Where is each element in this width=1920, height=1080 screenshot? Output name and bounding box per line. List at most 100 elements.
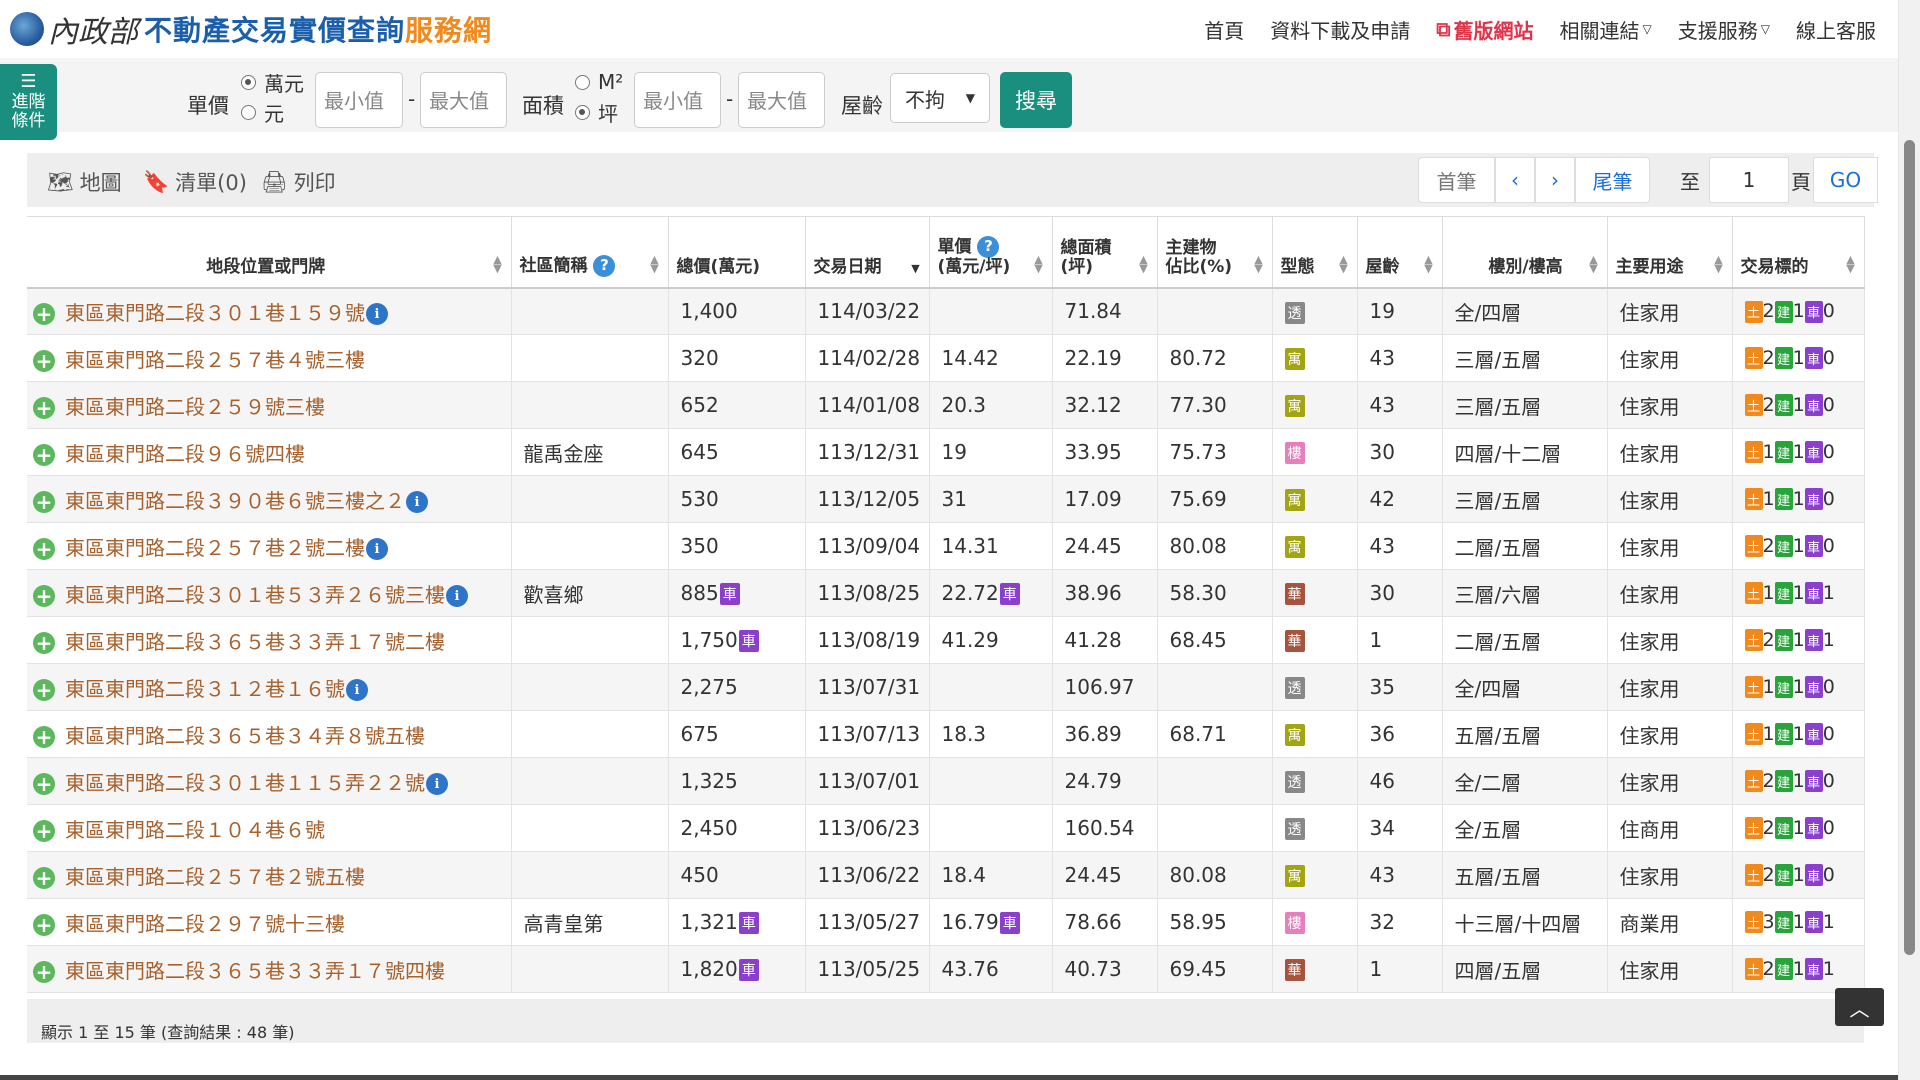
expand-plus-icon[interactable]: +: [33, 820, 55, 842]
table-row[interactable]: + 東區東門路二段３９０巷６號三樓之２ i 530 113/12/05 31 17.09 75…: [27, 475, 1865, 523]
col-unit-price[interactable]: 單價 ? (萬元/坪) ▲ ▼: [929, 216, 1053, 289]
expand-plus-icon[interactable]: +: [33, 303, 55, 326]
cell-community: [511, 616, 669, 664]
area-min-input[interactable]: 最小值: [634, 72, 721, 128]
nav-support[interactable]: 支援服務 ▽: [1678, 15, 1770, 44]
info-icon[interactable]: i: [446, 585, 468, 607]
radio-button[interactable]: [241, 74, 256, 90]
expand-plus-icon[interactable]: +: [33, 773, 55, 795]
expand-plus-icon[interactable]: +: [33, 679, 55, 701]
col-total-price[interactable]: 總價(萬元): [668, 216, 806, 289]
address-link[interactable]: 東區東門路二段３０１巷５３弄２６號三樓: [65, 583, 445, 607]
nav-related-links[interactable]: 相關連結 ▽: [1560, 15, 1652, 44]
nav-old-site[interactable]: ⧉ 舊版網站: [1436, 15, 1533, 44]
expand-plus-icon[interactable]: +: [33, 961, 55, 983]
scrollbar-thumb[interactable]: [1904, 140, 1915, 955]
last-page-button[interactable]: 尾筆: [1575, 157, 1650, 203]
col-main-ratio[interactable]: 主建物 佔比(%) ▲ ▼: [1157, 216, 1273, 289]
col-address[interactable]: 地段位置或門牌 ▲ ▼: [27, 216, 512, 289]
first-page-button[interactable]: 首筆: [1418, 157, 1495, 203]
nav-home[interactable]: 首頁: [1204, 15, 1244, 44]
col-date[interactable]: 交易日期 ▼: [805, 216, 930, 289]
radio-button[interactable]: [241, 104, 256, 120]
address-link[interactable]: 東區東門路二段２５９號三樓: [65, 395, 325, 419]
info-icon[interactable]: i: [406, 491, 428, 513]
unit-price-max-input[interactable]: 最大值: [420, 72, 507, 128]
table-row[interactable]: + 東區東門路二段３６５巷３３弄１７號二樓 1,750 車 113/08/19 41.29…: [27, 616, 1865, 664]
table-row[interactable]: + 東區東門路二段３０１巷１５９號 i 1,400 114/03/22 71.84 透 19 全…: [27, 287, 1865, 335]
address-link[interactable]: 東區東門路二段２５７巷４號三樓: [65, 348, 365, 372]
cell-date: 113/07/31: [805, 663, 930, 711]
expand-plus-icon[interactable]: +: [33, 491, 55, 513]
radio-button[interactable]: [575, 74, 590, 90]
info-icon[interactable]: i: [366, 538, 388, 560]
info-icon[interactable]: i: [366, 303, 388, 326]
back-to-top-button[interactable]: ︿: [1835, 988, 1884, 1026]
table-row[interactable]: + 東區東門路二段２５７巷２號二樓 i 350 113/09/04 14.31 24.45 8…: [27, 522, 1865, 570]
address-link[interactable]: 東區東門路二段２５７巷２號二樓: [65, 536, 365, 560]
radio-wan[interactable]: 萬元: [241, 67, 304, 97]
address-link[interactable]: 東區東門路二段２５７巷２號五樓: [65, 865, 365, 889]
expand-plus-icon[interactable]: +: [33, 350, 55, 372]
table-row[interactable]: + 東區東門路二段１０４巷６號 2,450 113/06/23 160.54 透 34 全/五…: [27, 804, 1865, 852]
address-link[interactable]: 東區東門路二段２９７號十三樓: [65, 912, 345, 936]
address-link[interactable]: 東區東門路二段１０４巷６號: [65, 818, 325, 842]
table-row[interactable]: + 東區東門路二段２５７巷４號三樓 320 114/02/28 14.42 22.19 80…: [27, 334, 1865, 382]
nav-download[interactable]: 資料下載及申請: [1270, 15, 1410, 44]
address-link[interactable]: 東區東門路二段３６５巷３３弄１７號二樓: [65, 630, 445, 654]
advanced-conditions-button[interactable]: ☰ 進階條件: [0, 64, 57, 140]
unit-price-min-input[interactable]: 最小值: [315, 72, 403, 128]
search-button[interactable]: 搜尋: [1000, 72, 1072, 128]
radio-button[interactable]: [575, 104, 590, 120]
expand-plus-icon[interactable]: +: [33, 444, 55, 466]
table-row[interactable]: + 東區東門路二段３６５巷３３弄１７號四樓 1,820 車 113/05/25 43.76…: [27, 945, 1865, 993]
address-link[interactable]: 東區東門路二段３０１巷１５９號: [65, 301, 365, 325]
col-community[interactable]: 社區簡稱 ? ▲ ▼: [511, 216, 669, 289]
info-icon[interactable]: i: [346, 679, 368, 701]
table-row[interactable]: + 東區東門路二段２９７號十三樓 高青皇第 1,321 車 113/05/27 16.79 車…: [27, 898, 1865, 946]
age-select[interactable]: 不拘 ▼: [890, 73, 990, 123]
expand-plus-icon[interactable]: +: [33, 867, 55, 889]
area-max-input[interactable]: 最大值: [738, 72, 825, 128]
address-link[interactable]: 東區東門路二段９６號四樓: [65, 442, 305, 466]
info-icon[interactable]: i: [426, 773, 448, 795]
radio-yuan[interactable]: 元: [241, 97, 304, 127]
list-button[interactable]: 🔖 清單(0): [143, 167, 247, 197]
table-row[interactable]: + 東區東門路二段２５９號三樓 652 114/01/08 20.3 32.12 77.30…: [27, 381, 1865, 429]
expand-plus-icon[interactable]: +: [33, 914, 55, 936]
next-page-button[interactable]: ›: [1535, 157, 1575, 203]
table-row[interactable]: + 東區東門路二段３０１巷１１５弄２２號 i 1,325 113/07/01 24.79 透…: [27, 757, 1865, 805]
map-view-button[interactable]: 🗺 地圖: [47, 167, 122, 197]
address-link[interactable]: 東區東門路二段３６５巷３３弄１７號四樓: [65, 959, 445, 983]
col-trade-target[interactable]: 交易標的 ▲ ▼: [1732, 216, 1865, 289]
table-row[interactable]: + 東區東門路二段３６５巷３４弄８號五樓 675 113/07/13 18.3 36.89…: [27, 710, 1865, 758]
address-link[interactable]: 東區東門路二段３１２巷１６號: [65, 677, 345, 701]
table-row[interactable]: + 東區東門路二段９６號四樓 龍禹金座 645 113/12/31 19 33.95 75.7…: [27, 428, 1865, 476]
expand-plus-icon[interactable]: +: [33, 538, 55, 560]
address-link[interactable]: 東區東門路二段３９０巷６號三樓之２: [65, 489, 405, 513]
address-link[interactable]: 東區東門路二段３０１巷１１５弄２２號: [65, 771, 425, 795]
radio-ping[interactable]: 坪: [575, 97, 623, 127]
table-row[interactable]: + 東區東門路二段２５７巷２號五樓 450 113/06/22 18.4 24.45 80.…: [27, 851, 1865, 899]
col-use[interactable]: 主要用途 ▲ ▼: [1607, 216, 1733, 289]
expand-plus-icon[interactable]: +: [33, 632, 55, 654]
expand-plus-icon[interactable]: +: [33, 726, 55, 748]
page-number-input[interactable]: 1: [1709, 157, 1789, 203]
table-row[interactable]: + 東區東門路二段３０１巷５３弄２６號三樓 i 歡喜鄉 885 車 113/08/25 22.…: [27, 569, 1865, 617]
col-area[interactable]: 總面積 (坪) ▲ ▼: [1052, 216, 1158, 289]
col-type[interactable]: 型態 ▲ ▼: [1272, 216, 1358, 289]
radio-m2[interactable]: M²: [575, 67, 623, 97]
col-age[interactable]: 屋齡 ▲ ▼: [1357, 216, 1443, 289]
expand-plus-icon[interactable]: +: [33, 585, 55, 607]
nav-online-service[interactable]: 線上客服: [1796, 15, 1876, 44]
col-floor[interactable]: 樓別/樓高 ▲ ▼: [1442, 216, 1608, 289]
prev-page-button[interactable]: ‹: [1495, 157, 1535, 203]
help-icon[interactable]: ?: [593, 254, 616, 277]
expand-plus-icon[interactable]: +: [33, 397, 55, 419]
help-icon[interactable]: ?: [977, 235, 1000, 258]
table-row[interactable]: + 東區東門路二段３１２巷１６號 i 2,275 113/07/31 106.97 透 35 全…: [27, 663, 1865, 711]
print-button[interactable]: 🖨 列印: [261, 167, 336, 197]
go-button[interactable]: GO: [1813, 157, 1878, 203]
address-link[interactable]: 東區東門路二段３６５巷３４弄８號五樓: [65, 724, 425, 748]
site-logo[interactable]: 內政部 不動產交易實價查詢 服務網: [10, 7, 492, 51]
